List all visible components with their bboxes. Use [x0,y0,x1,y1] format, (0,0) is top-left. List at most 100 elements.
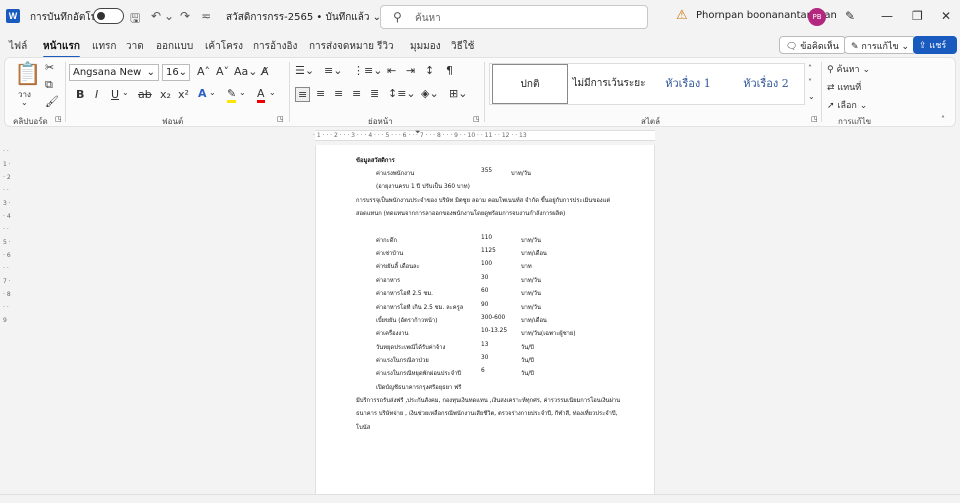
underline-icon[interactable]: U [111,88,119,101]
horizontal-ruler[interactable]: · 1 · · · 2 · · · 3 · · · 4 · · · 5 · · … [313,128,655,141]
align-right-icon[interactable]: ≡ [334,87,343,100]
restore-icon[interactable]: ❐ [912,9,923,23]
list-item: ค่าแรงในกรณีหยุดพักผ่อนประจำปี 6 วัน/ปี [376,368,534,377]
tab-references[interactable]: การอ้างอิง [253,39,297,54]
shrink-font-icon[interactable]: A˅ [216,65,229,78]
text-effects-icon[interactable]: A [198,87,207,100]
indent-marker-icon[interactable]: ⏷ [415,128,421,137]
change-case-icon[interactable]: Aa⌄ [234,65,257,78]
font-name-select[interactable]: Angsana New ⌄ [69,64,159,81]
tab-design[interactable]: ออกแบบ [156,39,193,54]
style-heading-1[interactable]: หัวเรื่อง 1 [650,64,726,104]
avatar[interactable]: PB [808,8,826,26]
undo-dropdown-icon[interactable]: ⌄ [164,9,174,23]
italic-icon[interactable]: I [95,88,98,101]
bold-icon[interactable]: B [76,88,84,101]
document-line: สอดแทนก (ทดแทนจากการลาออกของพนักงานโดยดู… [356,211,566,217]
increase-indent-icon[interactable]: ⇥ [406,64,415,77]
select-button[interactable]: ➚ เลือก ⌄ [827,98,867,112]
line-spacing-icon[interactable]: ↕≡⌄ [388,87,416,100]
clipboard-launcher-icon[interactable]: ◳ [55,115,62,123]
search-box[interactable]: ⚲ ค้นหา [380,5,648,29]
cut-icon[interactable]: ✂ [45,61,54,74]
list-item: ค่าเครื่องงาน 10-13.25 บาท/วัน(เฉพาะผู้ชาย… [376,328,576,337]
superscript-icon[interactable]: x² [178,88,189,101]
show-marks-icon[interactable]: ¶ [446,64,453,77]
font-size-select[interactable]: 16 ⌄ [162,64,190,81]
shading-icon[interactable]: ◈⌄ [421,87,439,100]
close-icon[interactable]: ✕ [941,9,951,23]
justify-icon[interactable]: ≡ [352,87,361,100]
styles-launcher-icon[interactable]: ◳ [811,115,818,123]
strikethrough-icon[interactable]: ab [138,88,152,101]
styles-more-icon[interactable]: ⌄ [808,92,815,101]
document-page[interactable]: ข้อมูลสวัสดิการ ค่าแรงพนักงาน 355 บาท/วั… [315,145,655,503]
undo-icon[interactable]: ↶ [151,9,161,23]
format-painter-icon[interactable]: 🖌 [45,95,59,108]
align-center-icon[interactable]: ≡ [316,87,325,100]
document-line: ธนาคาร บริษัทจ่าย , เงินช่วยเหลือกรณีพนั… [356,411,618,417]
paragraph-launcher-icon[interactable]: ◳ [473,115,480,123]
styles-scroll-down-icon[interactable]: ˅ [808,78,812,87]
search-input[interactable]: ค้นหา [415,11,441,26]
style-normal[interactable]: ปกติ [492,64,568,104]
clear-formatting-icon[interactable]: A̸ [261,65,269,78]
numbering-icon[interactable]: ≡⌄ [324,64,342,77]
redo-icon[interactable]: ↷ [180,9,190,23]
underline-dropdown-icon[interactable]: ⌄ [122,88,129,97]
style-no-spacing[interactable]: ไม่มีการเว้นระยะ [570,64,648,104]
tab-layout[interactable]: เค้าโครง [205,39,243,54]
replace-button[interactable]: ⇄ แทนที่ [827,80,861,94]
list-item: ค่าขยันลี้ เดือนละ 100 บาท [376,261,532,270]
distributed-icon[interactable]: ≣ [370,87,379,100]
save-icon[interactable]: 🖫 [130,9,140,30]
document-title[interactable]: สวัสดิการกรร-2565 • บันทึกแล้ว ⌄ [226,10,381,25]
tab-help[interactable]: วิธีใช้ [451,39,474,54]
share-icon: ⇪ [919,41,930,51]
styles-scroll-up-icon[interactable]: ˄ [808,64,812,73]
editing-mode-button[interactable]: ✎ การแก้ไข ⌄ [844,36,917,54]
tab-review[interactable]: รีวิว [377,39,394,54]
find-button[interactable]: ⚲ ค้นหา ⌄ [827,62,870,76]
list-item: ค่ากะดึก 110 บาท/วัน [376,235,541,244]
tab-insert[interactable]: แทรก [92,39,116,54]
customize-toolbar-icon[interactable]: ≂ [201,9,211,23]
collapse-ribbon-icon[interactable]: ˄ [941,115,945,124]
align-left-icon[interactable]: ≡ [295,87,311,102]
tab-mailings[interactable]: การส่งจดหมาย [309,39,374,54]
copy-icon[interactable]: ⧉ [45,78,53,92]
group-divider [821,62,822,122]
paste-dropdown-icon[interactable]: ⌄ [21,98,28,107]
highlight-dropdown-icon[interactable]: ⌄ [239,88,246,97]
grow-font-icon[interactable]: A˄ [197,65,210,78]
minimize-icon[interactable]: — [881,9,893,23]
tab-draw[interactable]: วาด [126,39,144,54]
borders-icon[interactable]: ⊞⌄ [449,87,467,100]
designer-pen-icon[interactable]: ✎ [845,9,855,23]
decrease-indent-icon[interactable]: ⇤ [387,64,396,77]
comments-button[interactable]: 🗨 ข้อคิดเห็น [779,36,846,54]
autosave-toggle[interactable] [93,8,124,24]
paste-icon[interactable]: 📋 [14,62,41,87]
share-button[interactable]: ⇪ แชร์ [913,36,957,54]
warning-icon[interactable]: ⚠ [676,8,688,23]
tab-file[interactable]: ไฟล์ [9,39,27,54]
style-heading-2[interactable]: หัวเรื่อง 2 [728,64,804,104]
vertical-ruler[interactable]: · · 1 · · 2 · · 3 · · 4 · · 5 · · 6 · · … [0,145,12,495]
font-color-icon[interactable]: A [257,87,265,103]
subscript-icon[interactable]: x₂ [160,88,171,101]
highlight-icon[interactable]: ✎ [227,87,237,103]
text-effects-dropdown-icon[interactable]: ⌄ [209,88,216,97]
group-divider [65,62,66,122]
clipboard-group-label: คลิปบอร์ด [13,117,48,126]
tab-home[interactable]: หน้าแรก [43,39,80,59]
document-line: มีบริการรถรับส่งฟรี ,ประกันสังคม, กองทุน… [356,398,621,404]
sort-icon[interactable]: ↕ [425,64,434,77]
multilevel-list-icon[interactable]: ⋮≡⌄ [353,64,382,77]
font-launcher-icon[interactable]: ◳ [277,115,284,123]
font-color-dropdown-icon[interactable]: ⌄ [269,88,276,97]
bullets-icon[interactable]: ☰⌄ [295,64,314,77]
tab-view[interactable]: มุมมอง [410,39,441,54]
styles-gallery: ปกติ ไม่มีการเว้นระยะ หัวเรื่อง 1 หัวเรื… [489,63,805,105]
paragraph-group-label: ย่อหน้า [368,117,393,126]
